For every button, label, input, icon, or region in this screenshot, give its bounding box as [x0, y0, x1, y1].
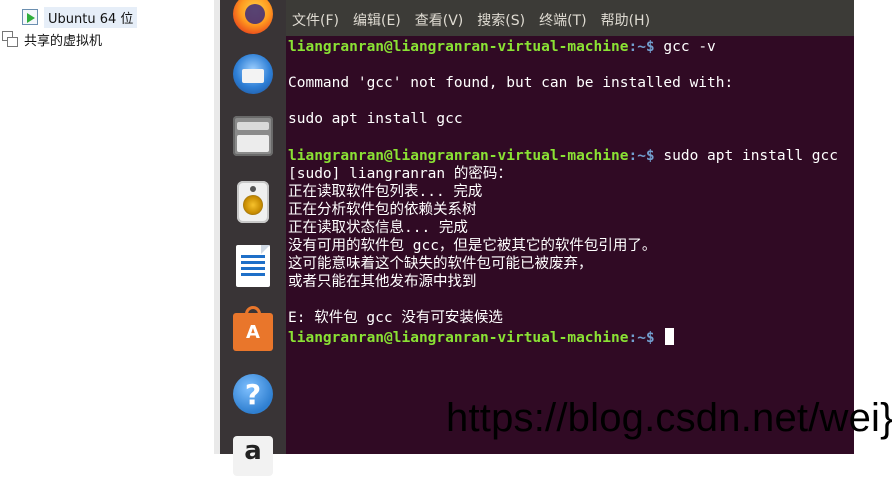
terminal-line: [sudo] liangranran 的密码： [288, 165, 512, 182]
terminal-line: 正在读取软件包列表... 完成 [288, 183, 483, 200]
clipped-tree-item [28, 0, 108, 1]
terminal-line: liangranran@liangranran-virtual-machine:… [288, 147, 854, 165]
thunderbird-icon [233, 54, 273, 94]
firefox-icon [233, 0, 273, 34]
dock-thunderbird[interactable] [231, 52, 275, 96]
vm-running-icon [22, 9, 38, 25]
shared-vms-icon [2, 31, 18, 47]
amazon-icon: a [233, 436, 273, 476]
command-text: sudo apt install gcc [654, 147, 838, 164]
dock-files[interactable] [231, 114, 275, 158]
prompt-path: :~$ [628, 39, 655, 55]
terminal-output[interactable]: liangranran@liangranran-virtual-machine:… [288, 38, 854, 454]
command-text: gcc -v [654, 39, 716, 55]
terminal-line: 没有可用的软件包 gcc，但是它被其它的软件包引用了。 [288, 238, 657, 255]
dock-help[interactable]: ? [231, 372, 275, 416]
terminal-line: sudo apt install gcc [288, 111, 463, 128]
prompt-path: :~$ [628, 329, 655, 346]
prompt-path: :~$ [628, 147, 655, 164]
terminal-line-error: E: 软件包 gcc 没有可安装候选 [288, 310, 503, 327]
dock-rhythmbox[interactable] [231, 180, 275, 224]
menu-search[interactable]: 搜索(S) [470, 10, 532, 36]
terminal-line: liangranran@liangranran-virtual-machine:… [288, 327, 854, 346]
terminal-line: liangranran@liangranran-virtual-machine:… [288, 38, 854, 56]
ubuntu-dock: A ? a [220, 0, 286, 476]
dock-amazon[interactable]: a [231, 434, 275, 478]
question-mark-icon: ? [233, 374, 273, 414]
tree-item-ubuntu-vm[interactable]: Ubuntu 64 位 [22, 6, 138, 28]
terminal-line: 这可能意味着这个缺失的软件包可能已被废弃， [288, 256, 593, 273]
menu-view[interactable]: 查看(V) [408, 10, 471, 36]
file-cabinet-icon [233, 116, 273, 156]
dock-libreoffice-writer[interactable] [231, 244, 275, 288]
terminal-window[interactable]: 文件(F) 编辑(E) 查看(V) 搜索(S) 终端(T) 帮助(H) lian… [286, 0, 854, 454]
menu-help[interactable]: 帮助(H) [594, 10, 657, 36]
watermark-text: https://blog.csdn.net/wei} [446, 396, 892, 440]
tree-item-shared-vms[interactable]: 共享的虚拟机 [2, 29, 102, 49]
terminal-line: 正在读取状态信息... 完成 [288, 219, 468, 236]
menu-file[interactable]: 文件(F) [286, 10, 346, 36]
terminal-line: 正在分析软件包的依赖关系树 [288, 201, 477, 218]
prompt-user: liangranran@liangranran-virtual-machine [288, 329, 629, 346]
text-cursor [665, 327, 675, 345]
shopping-bag-icon: A [233, 306, 273, 351]
dock-ubuntu-software[interactable]: A [231, 306, 275, 352]
dock-firefox[interactable] [231, 0, 275, 36]
terminal-line: Command 'gcc' not found, but can be inst… [288, 75, 734, 92]
speaker-icon [237, 181, 269, 223]
prompt-user: liangranran@liangranran-virtual-machine [288, 39, 629, 55]
terminal-line: 或者只能在其他发布源中找到 [288, 274, 477, 291]
shared-vms-label: 共享的虚拟机 [24, 33, 103, 49]
library-tree: Ubuntu 64 位 共享的虚拟机 [0, 0, 215, 454]
document-icon [236, 245, 270, 287]
vm-name-label: Ubuntu 64 位 [44, 6, 138, 28]
menu-terminal[interactable]: 终端(T) [532, 10, 593, 36]
terminal-menubar: 文件(F) 编辑(E) 查看(V) 搜索(S) 终端(T) 帮助(H) [286, 0, 854, 36]
background-strip [854, 0, 892, 454]
prompt-user: liangranran@liangranran-virtual-machine [288, 147, 629, 164]
menu-edit[interactable]: 编辑(E) [346, 10, 408, 36]
